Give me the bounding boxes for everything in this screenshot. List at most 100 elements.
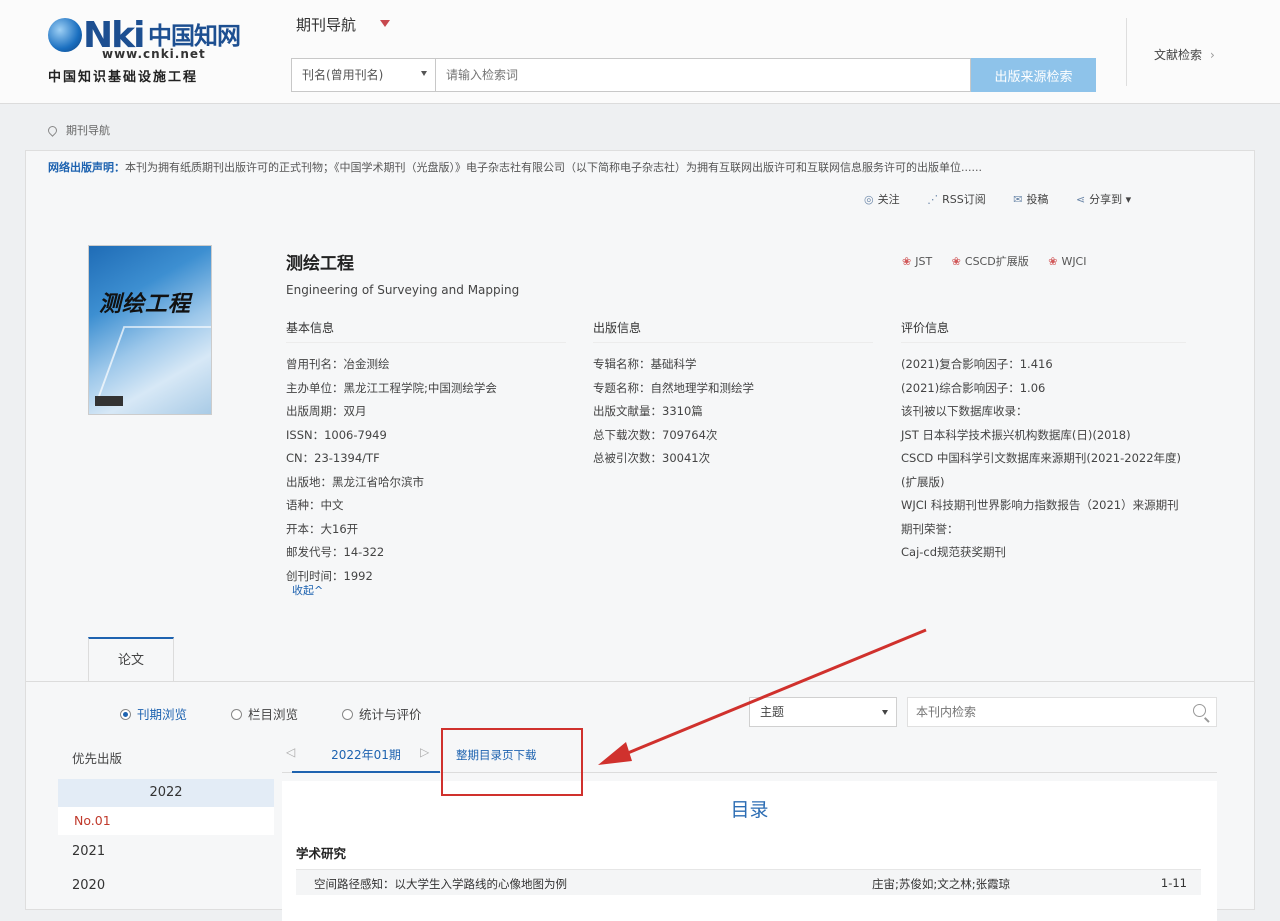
source-search-button[interactable]: 出版来源检索	[971, 58, 1096, 92]
search-box: 刊名(曾用刊名)	[291, 58, 971, 92]
tab-current-issue[interactable]: 2022年01期	[292, 737, 440, 773]
search-input[interactable]	[442, 59, 967, 91]
logo-url: www.cnki.net	[102, 47, 206, 61]
radio-stats-eval[interactable]: 统计与评价	[342, 704, 422, 723]
info-row: 出版周期：双月	[286, 404, 367, 418]
notice-text: 本刊为拥有纸质期刊出版许可的正式刊物；《中国学术期刊（光盘版）》电子杂志社有限公…	[125, 161, 982, 174]
location-pin-icon	[46, 124, 59, 137]
badge-jst: ❀ JST	[902, 255, 932, 268]
tab-bar-line	[26, 679, 1254, 682]
badge-cscd: ❀ CSCD扩展版	[952, 253, 1029, 269]
highlight-annotation-box	[441, 728, 583, 796]
info-row: JST 日本科学技术振兴机构数据库(日)(2018)	[901, 427, 1131, 442]
info-row: 该刊被以下数据库收录：	[901, 404, 1028, 418]
basic-info-heading: 基本信息	[286, 319, 566, 343]
logo-subtitle: 中国知识基础设施工程	[48, 70, 199, 85]
radio-issue-browse[interactable]: 刊期浏览	[120, 704, 187, 723]
badge-label: JST	[915, 255, 933, 268]
toc-title: 目录	[730, 799, 769, 821]
collapse-link[interactable]: 收起^	[292, 582, 323, 598]
info-row: 总下载次数：709764次	[593, 427, 718, 442]
year-item-2021[interactable]: 2021	[58, 835, 274, 869]
radio-icon	[231, 709, 242, 720]
award-icon: ❀	[902, 255, 912, 268]
journal-title: 测绘工程	[286, 254, 354, 274]
search-icon[interactable]	[1193, 704, 1206, 717]
chevron-right-icon[interactable]: ▷	[420, 745, 429, 759]
tab-papers[interactable]: 论文	[88, 637, 174, 681]
info-row: 出版文献量：3310篇	[593, 404, 703, 418]
cnki-logo[interactable]: Nki 中国知网 www.cnki.net 中国知识基础设施工程	[48, 14, 248, 86]
info-row: 创刊时间：1992	[286, 568, 373, 583]
journal-nav-menu[interactable]: 期刊导航	[296, 14, 356, 35]
info-row: (2021)复合影响因子：1.416	[901, 357, 1053, 371]
top-header: Nki 中国知网 www.cnki.net 中国知识基础设施工程 期刊导航 刊名…	[0, 0, 1280, 104]
info-row: 总被引次数：30041次	[593, 451, 711, 465]
basic-info: 基本信息 曾用刊名：冶金测绘 主办单位：黑龙江工程学院;中国测绘学会 出版周期：…	[286, 319, 566, 588]
radio-icon	[120, 709, 131, 720]
info-row: 出版地：黑龙江省哈尔滨市	[286, 474, 424, 489]
caret-down-icon	[421, 71, 427, 76]
toc-section-title: 学术研究	[296, 846, 347, 861]
article-authors[interactable]: 庄宙;苏俊如;文之林;张霞琼	[872, 876, 1010, 892]
info-row: ISSN：1006-7949	[286, 427, 387, 442]
radio-column-browse[interactable]: 栏目浏览	[231, 704, 298, 723]
info-row: WJCI 科技期刊世界影响力指数报告（2021）来源期刊	[901, 498, 1179, 512]
journal-actions: ◎ 关注 ⋰ RSS订阅 ✉ 投稿 ⋖ 分享到 ▾	[864, 191, 1155, 207]
award-icon: ❀	[951, 255, 961, 268]
breadcrumb-item[interactable]: 期刊导航	[66, 124, 110, 137]
info-row: Caj-cd规范获奖期刊	[901, 545, 1007, 559]
year-list: 2022 No.01 2021 2020	[58, 779, 274, 903]
toc-panel: 目录 学术研究 空间路径感知：以大学生入学路线的心像地图为例 庄宙;苏俊如;文之…	[282, 781, 1217, 921]
publication-notice: 网络出版声明：本刊为拥有纸质期刊出版许可的正式刊物；《中国学术期刊（光盘版）》电…	[48, 159, 982, 175]
chevron-right-icon: ›	[1210, 48, 1215, 62]
year-item-2022[interactable]: 2022	[58, 779, 274, 807]
share-icon: ⋖	[1075, 193, 1086, 206]
share-button[interactable]: ⋖ 分享到 ▾	[1076, 191, 1131, 207]
share-label: 分享到 ▾	[1089, 193, 1132, 206]
info-row: (2021)综合影响因子：1.06	[901, 380, 1046, 395]
badge-label: CSCD扩展版	[964, 255, 1029, 268]
cover-barcode	[95, 396, 123, 406]
journal-english-title: Engineering of Surveying and Mapping	[286, 283, 520, 297]
publish-info: 出版信息 专辑名称：基础科学 专题名称：自然地理学和测绘学 出版文献量：3310…	[593, 319, 873, 471]
badge-wjci: ❀ WJCI	[1048, 255, 1086, 268]
table-row[interactable]: 空间路径感知：以大学生入学路线的心像地图为例 庄宙;苏俊如;文之林;张霞琼 1-…	[296, 869, 1201, 895]
topic-select[interactable]: 主题	[749, 697, 897, 727]
header-divider	[1126, 18, 1127, 86]
article-title-link[interactable]: 空间路径感知：以大学生入学路线的心像地图为例	[314, 876, 567, 892]
radio-icon	[342, 709, 353, 720]
notice-label: 网络出版声明：	[48, 161, 125, 174]
submit-button[interactable]: ✉ 投稿	[1013, 191, 1048, 207]
caret-down-icon	[882, 710, 888, 715]
eval-info-heading: 评价信息	[901, 319, 1186, 343]
info-row: CN：23-1394/TF	[286, 451, 380, 465]
browse-mode-group: 刊期浏览 栏目浏览 统计与评价	[120, 704, 462, 723]
article-pages: 1-11	[1160, 876, 1187, 890]
info-row: 主办单位：黑龙江工程学院;中国测绘学会	[286, 380, 497, 395]
radio-label: 栏目浏览	[248, 707, 299, 722]
rss-button[interactable]: ⋰ RSS订阅	[927, 191, 986, 207]
search-type-select[interactable]: 刊名(曾用刊名)	[292, 59, 436, 91]
in-journal-search	[907, 697, 1217, 727]
eye-icon: ◎	[864, 193, 874, 206]
info-row: 专辑名称：基础科学	[593, 357, 697, 371]
info-row: 邮发代号：14-322	[286, 545, 385, 559]
rss-icon: ⋰	[927, 193, 939, 206]
priority-publish-link[interactable]: 优先出版	[72, 748, 122, 767]
follow-button[interactable]: ◎ 关注	[864, 191, 900, 207]
cover-title: 测绘工程	[99, 291, 192, 317]
issue-item-no01[interactable]: No.01	[58, 807, 274, 835]
caret-down-icon[interactable]	[380, 20, 390, 27]
in-journal-search-input[interactable]	[908, 698, 1178, 726]
info-row: 专题名称：自然地理学和测绘学	[593, 380, 754, 395]
doc-search-label: 文献检索	[1154, 48, 1203, 62]
breadcrumb: 期刊导航	[46, 122, 110, 138]
cover-graphic	[94, 326, 211, 406]
info-row: 期刊荣誉：	[901, 521, 959, 536]
year-item-2020[interactable]: 2020	[58, 869, 274, 903]
doc-search-link[interactable]: 文献检索 ›	[1154, 46, 1215, 63]
info-row: 语种：中文	[286, 498, 344, 512]
globe-icon	[48, 18, 82, 52]
award-icon: ❀	[1048, 255, 1058, 268]
